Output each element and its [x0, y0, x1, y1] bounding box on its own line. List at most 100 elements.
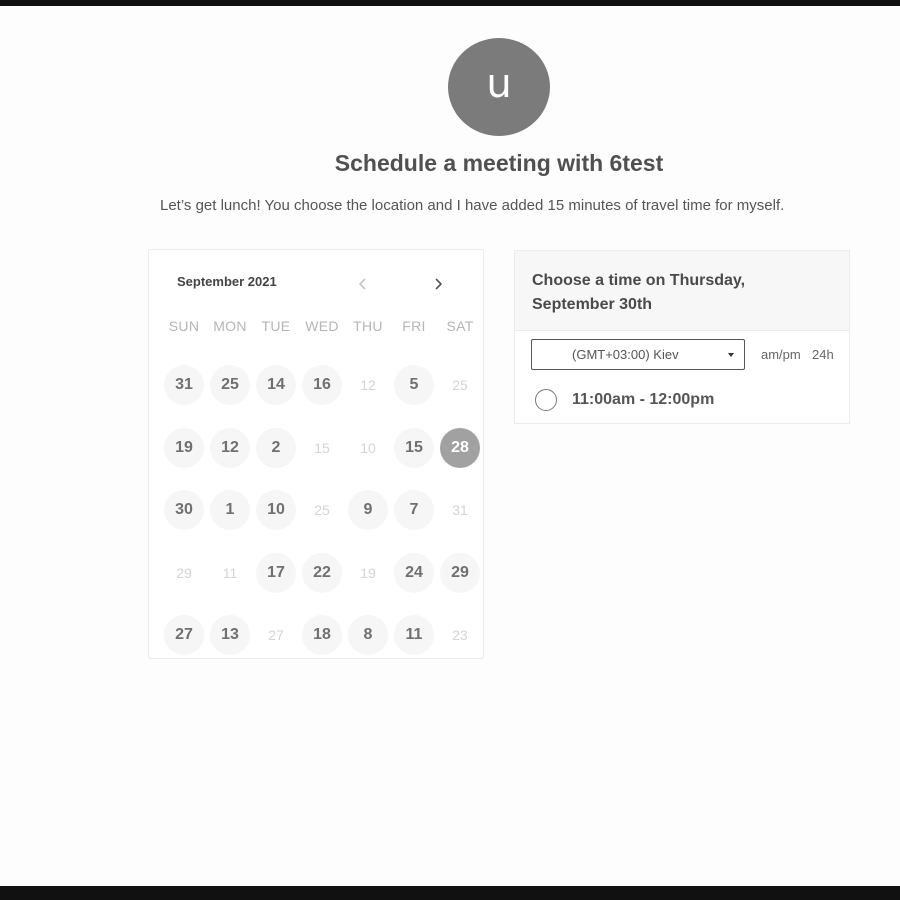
calendar-day[interactable]: 5 — [391, 354, 437, 417]
calendar-day-number: 15 — [394, 427, 434, 468]
calendar-day[interactable]: 18 — [299, 604, 345, 667]
calendar-day-number: 15 — [314, 439, 330, 456]
calendar-day: 25 — [299, 479, 345, 542]
calendar-day: 19 — [345, 542, 391, 605]
calendar-day-number: 17 — [256, 552, 296, 593]
calendar-day: 23 — [437, 604, 483, 667]
calendar-day: 12 — [345, 354, 391, 417]
calendar-day-number: 25 — [314, 502, 330, 519]
avatar-letter: u — [486, 61, 512, 107]
calendar-day[interactable]: 30 — [161, 479, 207, 542]
calendar-day-number: 18 — [302, 615, 342, 656]
avatar: u — [448, 38, 550, 136]
calendar-day-number: 31 — [452, 502, 468, 519]
calendar-day-number: 19 — [360, 564, 376, 581]
calendar-day-number: 11 — [394, 615, 434, 656]
weekday-label: THU — [353, 318, 383, 334]
calendar-day-selected[interactable]: 28 — [437, 417, 483, 480]
chevron-right-icon — [435, 278, 443, 290]
time-panel-header: Choose a time on Thursday, September 30t… — [515, 251, 849, 331]
timezone-value: (GMT+03:00) Kiev — [572, 347, 679, 362]
calendar-day-number: 30 — [164, 490, 204, 531]
calendar-day[interactable]: 17 — [253, 542, 299, 605]
calendar-day-number: 10 — [256, 490, 296, 531]
time-slot-option[interactable]: 11:00am - 12:00pm — [535, 387, 835, 413]
calendar-day[interactable]: 14 — [253, 354, 299, 417]
next-month-button[interactable] — [426, 272, 450, 296]
calendar-day-number: 10 — [360, 439, 376, 456]
ampm-format-toggle[interactable]: am/pm — [761, 347, 801, 362]
date-picker: September 2021 SUN MON TUE WED THU FRI S… — [148, 249, 484, 659]
calendar-day-number: 27 — [164, 615, 204, 656]
calendar-day-number: 25 — [452, 377, 468, 394]
calendar-day[interactable]: 31 — [161, 354, 207, 417]
calendar-day: 31 — [437, 479, 483, 542]
calendar-day-number: 12 — [210, 427, 250, 468]
calendar-day: 27 — [253, 604, 299, 667]
calendar-day[interactable]: 10 — [253, 479, 299, 542]
calendar-day-number: 2 — [256, 427, 296, 468]
day-grid: 31 25 14 16 12 5 25 19 12 2 15 10 15 28 30 1 10 25 9 7 31 29 1… — [161, 354, 483, 667]
calendar-day[interactable]: 16 — [299, 354, 345, 417]
calendar-day[interactable]: 22 — [299, 542, 345, 605]
calendar-day-number: 25 — [210, 365, 250, 406]
weekday-label: FRI — [402, 318, 426, 334]
calendar-day-number: 13 — [210, 615, 250, 656]
calendar-day-number: 8 — [348, 615, 388, 656]
calendar-day[interactable]: 24 — [391, 542, 437, 605]
calendar-day[interactable]: 11 — [391, 604, 437, 667]
calendar-day: 29 — [161, 542, 207, 605]
calendar-day-number: 16 — [302, 365, 342, 406]
calendar-day[interactable]: 1 — [207, 479, 253, 542]
radio-button[interactable] — [535, 389, 557, 411]
time-slot-label: 11:00am - 12:00pm — [572, 391, 715, 408]
chevron-left-icon — [358, 278, 366, 290]
24h-format-toggle[interactable]: 24h — [812, 347, 834, 362]
calendar-day-number: 19 — [164, 427, 204, 468]
calendar-day: 25 — [437, 354, 483, 417]
previous-month-button[interactable] — [351, 272, 375, 296]
bottom-border — [0, 886, 900, 900]
calendar-day-number: 9 — [348, 490, 388, 531]
calendar-day[interactable]: 13 — [207, 604, 253, 667]
calendar-day: 11 — [207, 542, 253, 605]
calendar-day: 10 — [345, 417, 391, 480]
calendar-day[interactable]: 29 — [437, 542, 483, 605]
calendar-day-number: 23 — [452, 627, 468, 644]
calendar-day-number: 5 — [394, 365, 434, 406]
calendar-day: 15 — [299, 417, 345, 480]
calendar-day-number: 22 — [302, 552, 342, 593]
weekday-label: WED — [305, 318, 339, 334]
calendar-day-number: 31 — [164, 365, 204, 406]
calendar-day[interactable]: 27 — [161, 604, 207, 667]
calendar-day[interactable]: 7 — [391, 479, 437, 542]
month-label: September 2021 — [177, 274, 277, 289]
time-selection-panel: Choose a time on Thursday, September 30t… — [514, 250, 850, 424]
calendar-day-number: 24 — [394, 552, 434, 593]
calendar-day-number: 27 — [268, 627, 284, 644]
calendar-day-number: 1 — [210, 490, 250, 531]
calendar-day[interactable]: 25 — [207, 354, 253, 417]
page-title: Schedule a meeting with 6test — [334, 150, 664, 176]
calendar-day[interactable]: 12 — [207, 417, 253, 480]
calendar-day[interactable]: 2 — [253, 417, 299, 480]
top-border — [0, 0, 900, 6]
calendar-day-number: 7 — [394, 490, 434, 531]
calendar-day-number: 11 — [222, 564, 238, 581]
calendar-day[interactable]: 8 — [345, 604, 391, 667]
calendar-day-number: 29 — [176, 564, 192, 581]
calendar-day-number: 29 — [440, 552, 480, 593]
selected-date-heading: Choose a time on Thursday, September 30t… — [532, 272, 746, 313]
weekday-label: MON — [213, 318, 247, 334]
calendar-day-number: 28 — [440, 427, 480, 468]
calendar-day-number: 14 — [256, 365, 296, 406]
meeting-description: Let’s get lunch! You choose the location… — [160, 197, 785, 214]
calendar-day[interactable]: 19 — [161, 417, 207, 480]
weekday-label: SUN — [168, 318, 200, 334]
weekday-header: SUN MON TUE WED THU FRI SAT — [161, 318, 483, 334]
caret-down-icon — [728, 353, 734, 357]
timezone-select[interactable]: (GMT+03:00) Kiev — [531, 339, 745, 370]
calendar-day-number: 12 — [360, 377, 376, 394]
calendar-day[interactable]: 15 — [391, 417, 437, 480]
calendar-day[interactable]: 9 — [345, 479, 391, 542]
